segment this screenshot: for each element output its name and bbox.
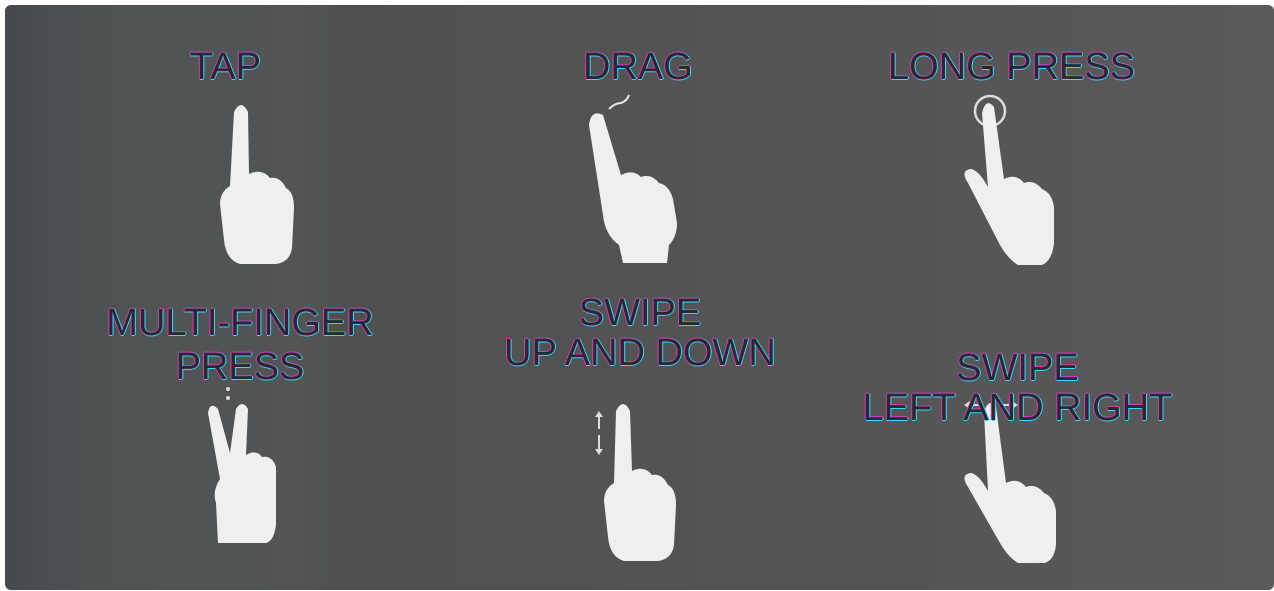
drag-hand-icon — [589, 94, 677, 263]
label-multi-finger-press: MULTI-FINGER PRESS — [106, 302, 374, 388]
gesture-guide-panel: TAP DRAG LONG PRESS MULTI-FINGER PRESS S… — [5, 5, 1274, 590]
label-tap: TAP — [190, 46, 262, 88]
label-drag: DRAG — [583, 46, 693, 88]
long-press-hand-icon — [964, 94, 1054, 266]
label-swipe-up-down: SWIPE UP AND DOWN — [504, 292, 776, 374]
vertical-arrows-icon — [595, 411, 603, 455]
two-finger-hand-icon — [208, 387, 276, 543]
label-long-press: LONG PRESS — [888, 46, 1136, 88]
tap-hand-icon — [220, 105, 294, 264]
swipe-vertical-hand-icon — [595, 404, 676, 561]
label-swipe-left-right: SWIPE LEFT AND RIGHT — [862, 347, 1173, 429]
